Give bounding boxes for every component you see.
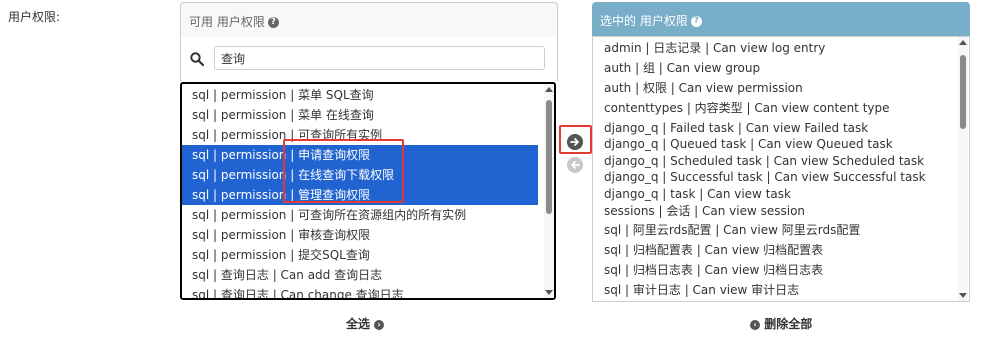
chosen-option[interactable]: contenttypes | 内容类型 | Can view content t… (593, 99, 958, 117)
available-option[interactable]: sql | 查询日志 | Can add 查询日志 (182, 265, 538, 285)
chosen-list[interactable]: sql | 审计日志 | Can view 审计日志 sql | 归档日志表 | … (592, 36, 970, 302)
remove-all-link[interactable]: ‹ 删除全部 (750, 315, 812, 332)
available-title-wrap: 可用 用户权限? (189, 13, 279, 30)
chosen-header: 选中的 用户权限? (592, 2, 970, 36)
highlight-box (283, 139, 404, 203)
scroll-up-arrow-icon[interactable] (545, 87, 553, 92)
remove-all-label: 删除全部 (764, 317, 813, 331)
help-icon[interactable]: ? (267, 17, 279, 28)
chosen-title: 选中的 用户权限 (600, 14, 688, 28)
choose-all-label: 全选 (346, 317, 371, 331)
help-icon[interactable]: ? (690, 16, 702, 27)
choose-all-link[interactable]: 全选 › (346, 315, 385, 332)
arrow-right-circle-icon: › (374, 319, 385, 330)
scroll-down-arrow-icon[interactable] (545, 290, 553, 295)
choose-arrow-icon[interactable] (567, 134, 583, 150)
remove-arrow-icon[interactable] (567, 157, 583, 173)
chosen-option[interactable]: sessions | 会话 | Can view session (593, 202, 958, 220)
available-option[interactable]: sql | permission | 提交SQL查询 (182, 245, 538, 265)
chosen-option[interactable]: django_q | task | Can view task (593, 185, 958, 203)
chosen-option[interactable]: django_q | Successful task | Can view Su… (593, 168, 958, 186)
search-icon (190, 52, 204, 66)
available-option[interactable]: sql | permission | 审核查询权限 (182, 225, 538, 245)
available-option[interactable]: sql | permission | 菜单 在线查询 (182, 105, 538, 125)
available-title: 可用 用户权限 (189, 15, 265, 29)
available-option[interactable]: sql | permission | 可查询所在资源组内的所有实例 (182, 205, 538, 225)
field-label: 用户权限: (8, 10, 61, 24)
chosen-option[interactable]: admin | 日志记录 | Can view log entry (593, 39, 958, 57)
available-header: 可用 用户权限? (180, 2, 558, 38)
available-option[interactable]: sql | permission | 菜单 SQL查询 (182, 85, 538, 105)
chosen-option[interactable]: django_q | Failed task | Can view Failed… (593, 119, 958, 137)
chosen-option[interactable]: sql | 归档日志表 | Can view 归档日志表 (593, 261, 958, 279)
chosen-scrollbar[interactable] (958, 37, 968, 301)
available-option[interactable]: sql | 查询日志 | Can change 查询日志 (182, 285, 538, 298)
scroll-thumb[interactable] (546, 100, 552, 214)
available-scrollbar[interactable] (544, 84, 554, 298)
chosen-option[interactable]: sql | 审计日志 | Can view 审计日志 (593, 281, 958, 299)
search-input[interactable] (214, 46, 545, 70)
chosen-option[interactable]: sql | 归档配置表 | Can view 归档配置表 (593, 241, 958, 259)
chosen-option[interactable]: sql | 阿里云rds配置 | Can view 阿里云rds配置 (593, 221, 958, 239)
scroll-down-arrow-icon[interactable] (959, 293, 967, 298)
chosen-title-wrap: 选中的 用户权限? (600, 12, 702, 29)
chosen-option[interactable]: auth | 组 | Can view group (593, 59, 958, 77)
scroll-up-arrow-icon[interactable] (959, 40, 967, 45)
scroll-thumb[interactable] (960, 55, 966, 129)
chosen-option[interactable]: django_q | Queued task | Can view Queued… (593, 135, 958, 153)
chosen-option[interactable]: django_q | Scheduled task | Can view Sch… (593, 152, 958, 170)
chosen-option[interactable]: auth | 权限 | Can view permission (593, 79, 958, 97)
arrow-left-circle-icon: ‹ (750, 319, 760, 330)
search-row (180, 37, 558, 81)
